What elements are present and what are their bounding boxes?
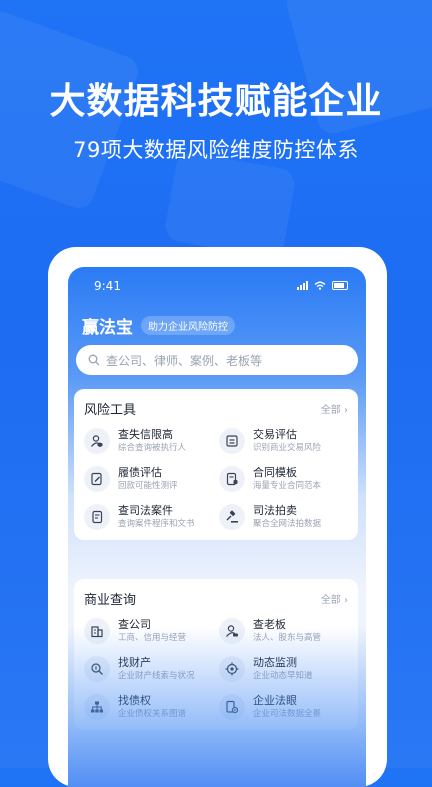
eye-doc-icon bbox=[219, 694, 245, 720]
business-query-title: 商业查询 bbox=[84, 593, 137, 608]
app-screen: 9:41 赢法宝 助力企业风险防控 查公司、律师、案例、老板等 风险工具 全部 … bbox=[68, 267, 366, 787]
risk-tools-card: 风险工具 全部 › 查失信限高 综合查询被执行人 交易评估 识别商业交易风险 履债评… bbox=[74, 389, 358, 540]
risk-tools-title: 风险工具 bbox=[84, 403, 137, 418]
battery-icon bbox=[332, 281, 348, 290]
tool-item-auction[interactable]: 司法拍卖 聚合全网法拍数据 bbox=[219, 504, 348, 530]
card-icon bbox=[219, 428, 245, 454]
building-icon bbox=[84, 618, 110, 644]
tool-item-contract[interactable]: 合同模板 海量专业合同范本 bbox=[219, 466, 348, 492]
app-tagline: 助力企业风险防控 bbox=[141, 316, 235, 335]
search-bar[interactable]: 查公司、律师、案例、老板等 bbox=[76, 345, 358, 375]
tool-item-judicial-case[interactable]: 查司法案件 查询案件程序和文书 bbox=[84, 504, 213, 530]
edit-doc-icon bbox=[84, 466, 110, 492]
risk-tools-more-link[interactable]: 全部 › bbox=[321, 401, 348, 416]
promo-headline: 大数据科技赋能企业 bbox=[49, 81, 383, 122]
money-search-icon bbox=[84, 656, 110, 682]
target-icon bbox=[219, 656, 245, 682]
status-bar: 9:41 bbox=[90, 279, 348, 295]
status-icons bbox=[297, 281, 348, 290]
tool-item-dishonest[interactable]: 查失信限高 综合查询被执行人 bbox=[84, 428, 213, 454]
signal-icon bbox=[297, 281, 308, 290]
gavel-icon bbox=[219, 504, 245, 530]
search-placeholder: 查公司、律师、案例、老板等 bbox=[106, 353, 263, 368]
background-shape bbox=[163, 150, 297, 260]
app-name: 赢法宝 bbox=[82, 318, 133, 338]
promo-subline: 79项大数据风险维度防控体系 bbox=[73, 138, 359, 162]
status-time: 9:41 bbox=[94, 279, 121, 293]
person-shield-icon bbox=[84, 428, 110, 454]
query-item-legal-eye[interactable]: 企业法眼 企业司法数据全景 bbox=[219, 694, 348, 720]
contract-icon bbox=[219, 466, 245, 492]
app-brand: 赢法宝 助力企业风险防控 bbox=[82, 313, 235, 338]
query-item-debt[interactable]: 找债权 企业债权关系图谱 bbox=[84, 694, 213, 720]
org-chart-icon bbox=[84, 694, 110, 720]
case-doc-icon bbox=[84, 504, 110, 530]
search-icon bbox=[88, 354, 100, 366]
tool-item-debt-eval[interactable]: 履债评估 回款可能性测评 bbox=[84, 466, 213, 492]
query-item-boss[interactable]: 查老板 法人、股东与高管 bbox=[219, 618, 348, 644]
business-query-more-link[interactable]: 全部 › bbox=[321, 591, 348, 606]
wifi-icon bbox=[314, 281, 326, 290]
ceo-icon bbox=[219, 618, 245, 644]
business-query-card: 商业查询 全部 › 查公司 工商、信用与经营 查老板 法人、股东与高管 找财产 企业财… bbox=[74, 579, 358, 730]
query-item-company[interactable]: 查公司 工商、信用与经营 bbox=[84, 618, 213, 644]
query-item-assets[interactable]: 找财产 企业财产线索与状况 bbox=[84, 656, 213, 682]
tool-item-trade-eval[interactable]: 交易评估 识别商业交易风险 bbox=[219, 428, 348, 454]
query-item-monitor[interactable]: 动态监测 企业动态早知道 bbox=[219, 656, 348, 682]
